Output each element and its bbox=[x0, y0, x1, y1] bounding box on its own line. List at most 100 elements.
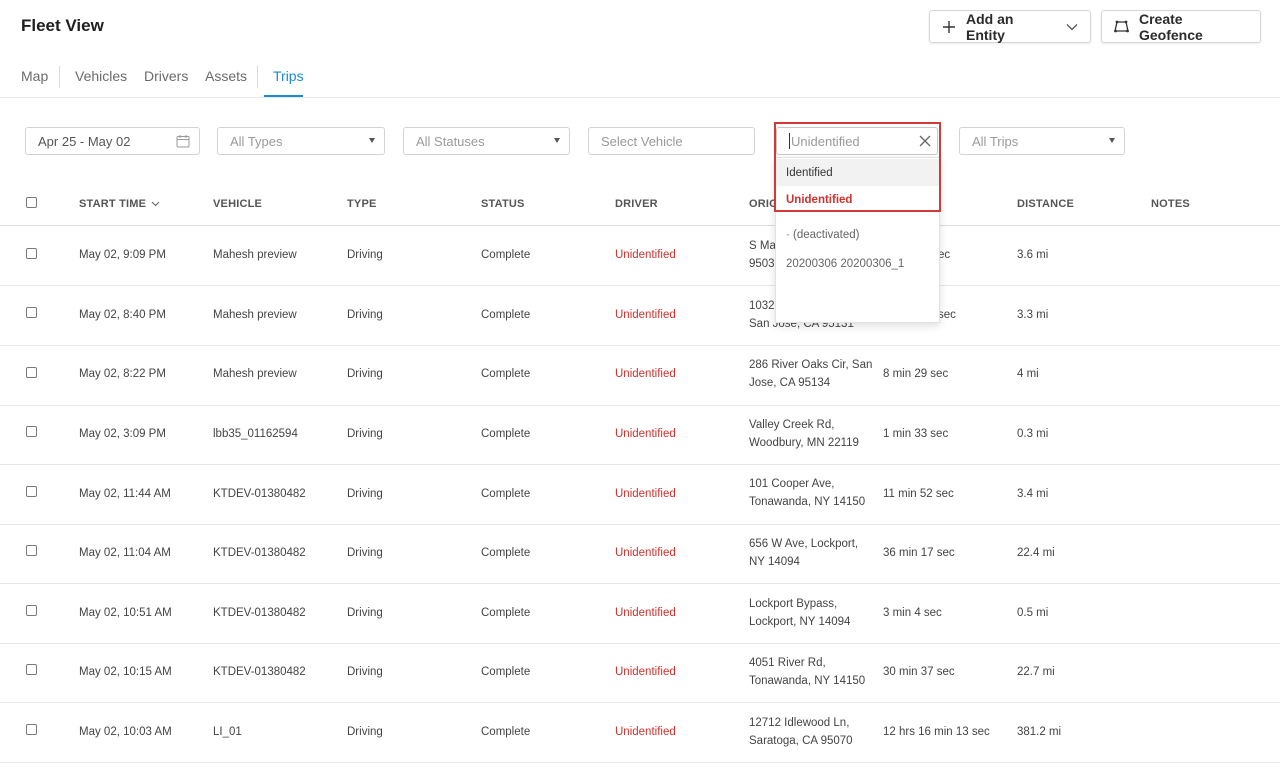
table-row[interactable]: May 02, 8:22 PM Mahesh preview Driving C… bbox=[0, 346, 1280, 406]
cell-driver[interactable]: Unidentified bbox=[615, 663, 676, 681]
cell-vehicle[interactable]: LI_01 bbox=[213, 723, 242, 741]
cell-vehicle[interactable]: KTDEV-01380482 bbox=[213, 604, 306, 622]
cell-type: Driving bbox=[347, 547, 383, 559]
table-row[interactable]: May 02, 9:09 PM Mahesh preview Driving C… bbox=[0, 226, 1280, 286]
dropdown-option-deactivated[interactable]: · (deactivated) bbox=[776, 221, 939, 248]
cell-status: Complete bbox=[481, 249, 531, 261]
column-header-type[interactable]: TYPE bbox=[347, 198, 377, 210]
cell-vehicle[interactable]: Mahesh preview bbox=[213, 365, 297, 383]
cell-status: Complete bbox=[481, 726, 531, 738]
row-checkbox[interactable] bbox=[26, 664, 37, 675]
cell-origin-line1: 1032 bbox=[749, 300, 775, 312]
vehicle-search-input[interactable]: Select Vehicle bbox=[588, 127, 755, 155]
row-checkbox[interactable] bbox=[26, 605, 37, 616]
cell-distance: 0.3 mi bbox=[1017, 428, 1049, 440]
cell-driver[interactable]: Unidentified bbox=[615, 425, 676, 443]
row-checkbox[interactable] bbox=[26, 367, 37, 378]
cell-start-time: May 02, 8:40 PM bbox=[79, 309, 166, 321]
table-row[interactable]: May 02, 11:04 AM KTDEV-01380482 Driving … bbox=[0, 524, 1280, 584]
cell-duration: 36 min 17 sec bbox=[883, 547, 955, 559]
row-checkbox[interactable] bbox=[26, 248, 37, 259]
cell-driver[interactable]: Unidentified bbox=[615, 604, 676, 622]
cell-origin-line2: Lockport, NY 14094 bbox=[749, 616, 851, 628]
cell-start-time: May 02, 10:51 AM bbox=[79, 607, 172, 619]
table-row[interactable]: May 02, 10:15 AM KTDEV-01380482 Driving … bbox=[0, 643, 1280, 703]
cell-type: Driving bbox=[347, 368, 383, 380]
dropdown-option-identified[interactable]: Identified bbox=[776, 159, 939, 186]
tab-map[interactable]: Map bbox=[21, 68, 48, 84]
cell-origin-line1: 4051 River Rd, bbox=[749, 657, 826, 669]
driver-filter-placeholder: Unidentified bbox=[791, 133, 860, 149]
dropdown-option-driver[interactable]: 20200306 20200306_1 bbox=[776, 250, 939, 277]
cell-type: Driving bbox=[347, 488, 383, 500]
cell-start-time: May 02, 11:04 AM bbox=[79, 547, 171, 559]
dropdown-arrow-icon bbox=[1109, 138, 1115, 143]
row-checkbox[interactable] bbox=[26, 724, 37, 735]
cell-origin-line2: Saratoga, CA 95070 bbox=[749, 735, 853, 747]
column-header-origin[interactable]: ORIG bbox=[749, 198, 778, 210]
row-checkbox[interactable] bbox=[26, 486, 37, 497]
cell-driver[interactable]: Unidentified bbox=[615, 365, 676, 383]
create-geofence-label: Create Geofence bbox=[1139, 10, 1203, 43]
cell-distance: 3.6 mi bbox=[1017, 249, 1049, 261]
cell-origin-line1: 286 River Oaks Cir, San bbox=[749, 359, 873, 371]
dropdown-option-unidentified[interactable]: Unidentified bbox=[776, 186, 939, 213]
cell-origin-line1: 656 W Ave, Lockport, bbox=[749, 538, 859, 550]
cell-start-time: May 02, 10:15 AM bbox=[79, 666, 172, 678]
add-entity-button[interactable]: Add an Entity bbox=[929, 10, 1091, 43]
column-header-vehicle[interactable]: VEHICLE bbox=[213, 198, 262, 210]
cell-vehicle[interactable]: KTDEV-01380482 bbox=[213, 544, 306, 562]
tab-vehicles[interactable]: Vehicles bbox=[75, 68, 127, 84]
column-header-distance[interactable]: DISTANCE bbox=[1017, 198, 1074, 210]
tab-assets[interactable]: Assets bbox=[205, 68, 247, 84]
cell-type: Driving bbox=[347, 309, 383, 321]
status-filter-select[interactable]: All Statuses bbox=[403, 127, 570, 155]
cell-driver[interactable]: Unidentified bbox=[615, 723, 676, 741]
cell-status: Complete bbox=[481, 607, 531, 619]
cell-driver[interactable]: Unidentified bbox=[615, 485, 676, 503]
cell-vehicle[interactable]: KTDEV-01380482 bbox=[213, 663, 306, 681]
cell-status: Complete bbox=[481, 666, 531, 678]
cell-origin-line2: NY 14094 bbox=[749, 556, 800, 568]
cell-vehicle[interactable]: KTDEV-01380482 bbox=[213, 485, 306, 503]
table-row[interactable]: May 02, 10:03 AM LI_01 Driving Complete … bbox=[0, 703, 1280, 763]
type-filter-placeholder: All Types bbox=[230, 133, 283, 149]
cell-driver[interactable]: Unidentified bbox=[615, 306, 676, 324]
cell-vehicle[interactable]: lbb35_01162594 bbox=[213, 425, 298, 443]
driver-filter-input[interactable]: Unidentified bbox=[776, 127, 938, 155]
date-range-picker[interactable]: Apr 25 - May 02 bbox=[25, 127, 200, 155]
cell-distance: 22.4 mi bbox=[1017, 547, 1055, 559]
table-row[interactable]: May 02, 10:51 AM KTDEV-01380482 Driving … bbox=[0, 584, 1280, 644]
cell-vehicle[interactable]: Mahesh preview bbox=[213, 246, 297, 264]
column-header-status[interactable]: STATUS bbox=[481, 198, 525, 210]
cell-duration: 30 min 37 sec bbox=[883, 666, 955, 678]
driver-dropdown-menu: Identified Unidentified · (deactivated) … bbox=[775, 157, 940, 323]
table-row[interactable]: May 02, 8:40 PM Mahesh preview Driving C… bbox=[0, 286, 1280, 346]
cell-driver[interactable]: Unidentified bbox=[615, 544, 676, 562]
create-geofence-button[interactable]: Create Geofence bbox=[1101, 10, 1261, 43]
cell-start-time: May 02, 9:09 PM bbox=[79, 249, 166, 261]
cell-distance: 381.2 mi bbox=[1017, 726, 1062, 738]
trips-filter-select[interactable]: All Trips bbox=[959, 127, 1125, 155]
row-checkbox[interactable] bbox=[26, 545, 37, 556]
row-checkbox[interactable] bbox=[26, 307, 37, 318]
tab-drivers[interactable]: Drivers bbox=[144, 68, 188, 84]
cell-distance: 4 mi bbox=[1017, 368, 1039, 380]
column-header-notes[interactable]: NOTES bbox=[1151, 198, 1190, 210]
type-filter-select[interactable]: All Types bbox=[217, 127, 385, 155]
cell-duration: 1 min 33 sec bbox=[883, 428, 949, 440]
cell-driver[interactable]: Unidentified bbox=[615, 246, 676, 264]
clear-icon[interactable] bbox=[918, 134, 932, 151]
cell-origin-line1: 101 Cooper Ave, bbox=[749, 478, 835, 490]
cell-type: Driving bbox=[347, 666, 383, 678]
column-header-driver[interactable]: DRIVER bbox=[615, 198, 658, 210]
column-header-label: START TIME bbox=[79, 198, 147, 210]
column-header-start-time[interactable]: START TIME bbox=[79, 198, 160, 210]
tab-trips[interactable]: Trips bbox=[273, 68, 304, 84]
select-all-checkbox[interactable] bbox=[26, 197, 37, 208]
cell-vehicle[interactable]: Mahesh preview bbox=[213, 306, 297, 324]
table-row[interactable]: May 02, 11:44 AM KTDEV-01380482 Driving … bbox=[0, 465, 1280, 525]
row-checkbox[interactable] bbox=[26, 426, 37, 437]
table-row[interactable]: May 02, 3:09 PM lbb35_01162594 Driving C… bbox=[0, 405, 1280, 465]
cell-duration: 12 hrs 16 min 13 sec bbox=[883, 726, 990, 738]
